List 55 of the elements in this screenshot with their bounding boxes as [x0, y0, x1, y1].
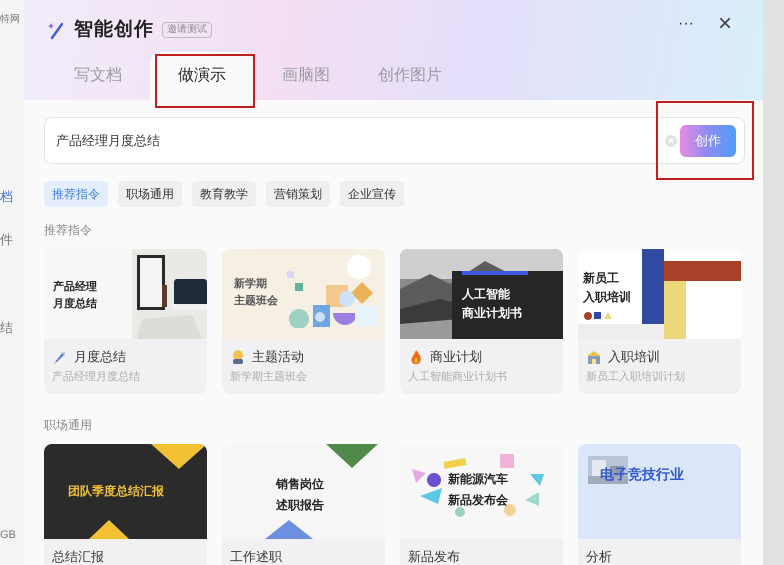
slide-title: 入职培训 [583, 289, 631, 306]
invite-badge: 邀请测试 [162, 22, 212, 38]
slide-title: 商业计划书 [462, 305, 522, 322]
clear-icon[interactable] [665, 134, 677, 146]
card-title: 主题活动 [252, 348, 304, 366]
section-title: 推荐指令 [44, 222, 93, 239]
filter-chip[interactable]: 营销策划 [266, 181, 330, 207]
template-card[interactable]: 产品经理 月度总结 月度总结 产品经理月度总结 [44, 249, 207, 394]
prompt-field[interactable]: 产品经理月度总结 创作 [44, 117, 745, 164]
slide-title: 人工智能 [462, 286, 511, 303]
template-card[interactable]: 人工智能 商业计划书 商业计划 人工智能商业计划书 [400, 249, 563, 394]
sidebar-item[interactable]: 档 [0, 188, 13, 206]
sidebar-item[interactable]: 件 [0, 231, 13, 249]
sidebar-item[interactable]: 特网 [0, 14, 20, 26]
card-subtitle: 产品经理月度总结 [51, 370, 141, 385]
card-title: 总结汇报 [52, 548, 104, 565]
template-card[interactable]: 销售岗位 述职报告 工作述职 [222, 444, 385, 565]
card-title: 商业计划 [430, 348, 482, 366]
template-card[interactable]: 新员工 入职培训 入职培训 新员工入职培训计划 [578, 249, 741, 394]
slide-title: 新能源汽车 [448, 471, 508, 488]
card-subtitle: 新员工入职培训计划 [585, 370, 686, 385]
slide-title: 电子竞技行业 [600, 465, 684, 484]
close-button[interactable]: × [718, 12, 732, 36]
sidebar-item[interactable]: 结 [0, 319, 13, 337]
card-title: 新品发布 [408, 548, 460, 565]
slide-title: 新品发布会 [448, 492, 508, 509]
person-icon [230, 349, 246, 365]
filter-chip[interactable]: 职场通用 [118, 181, 182, 207]
slide-title: 新员工 [583, 270, 620, 287]
magic-wand-icon [46, 20, 66, 40]
template-card[interactable]: 电子竞技行业 分析 [578, 444, 741, 565]
more-button[interactable]: ··· [678, 16, 694, 32]
slide-title: 团队季度总结汇报 [68, 483, 164, 500]
slide-title: 销售岗位 [276, 476, 324, 493]
template-card[interactable]: 团队季度总结汇报 总结汇报 [44, 444, 207, 565]
template-card[interactable]: 新能源汽车 新品发布会 新品发布 [400, 444, 563, 565]
house-icon [586, 349, 602, 365]
template-card[interactable]: 新学期 主题班会 主题活动 新学期主题班会 [222, 249, 385, 394]
card-title: 分析 [586, 548, 612, 565]
card-title: 月度总结 [74, 348, 126, 366]
card-title: 入职培训 [608, 348, 660, 366]
card-subtitle: 人工智能商业计划书 [407, 370, 508, 385]
slide-title: 产品经理 [53, 280, 97, 295]
card-title: 工作述职 [230, 548, 282, 565]
slide-title: 新学期 [234, 276, 268, 292]
slide-title: 主题班会 [234, 294, 278, 309]
filter-chip[interactable]: 教育教学 [192, 181, 256, 207]
dialog-title: 智能创作 [74, 18, 154, 42]
section-title: 职场通用 [44, 417, 93, 434]
filter-chip[interactable]: 企业宣传 [340, 181, 404, 207]
slide-title: 月度总结 [53, 296, 97, 312]
sidebar-item[interactable]: GB [0, 527, 16, 543]
tab[interactable]: 做演示 [150, 52, 254, 100]
slide-title: 述职报告 [276, 497, 324, 514]
card-subtitle: 新学期主题班会 [229, 370, 308, 385]
